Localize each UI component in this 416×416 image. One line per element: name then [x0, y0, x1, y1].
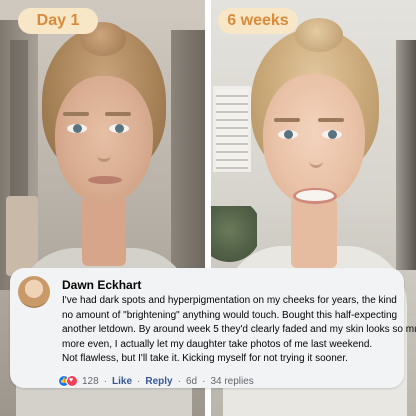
separator-dot: ·: [177, 375, 181, 387]
comment-line: Not flawless, but I'll take it. Kicking …: [62, 353, 348, 365]
comment-author[interactable]: Dawn Eckhart: [62, 278, 141, 292]
avatar[interactable]: [18, 276, 50, 308]
six-weeks-label: 6 weeks: [218, 8, 298, 34]
nose: [309, 142, 323, 168]
smile: [293, 188, 337, 204]
neck: [82, 196, 126, 266]
comment-actions: 128 · Like · Reply · 6d · 34 replies: [58, 374, 254, 388]
eyebrow: [274, 118, 300, 122]
eye: [109, 124, 129, 133]
eyebrow: [63, 112, 89, 116]
comment-line: another letdown. By around week 5 they'd…: [62, 324, 416, 336]
background-wall: [171, 30, 205, 280]
comment-card: Dawn Eckhart I've had dark spots and hyp…: [10, 268, 416, 388]
separator-dot: ·: [137, 375, 141, 387]
comment-text: I've had dark spots and hyperpigmentatio…: [62, 294, 416, 367]
replies-link[interactable]: 34 replies: [210, 376, 253, 387]
day-1-label: Day 1: [18, 8, 98, 34]
separator-dot: ·: [202, 375, 206, 387]
like-button[interactable]: Like: [112, 376, 132, 387]
reply-button[interactable]: Reply: [145, 376, 172, 387]
comment-line: no amount of "brightening" anything woul…: [62, 309, 398, 321]
eye: [322, 130, 342, 139]
face: [263, 74, 365, 206]
eyebrow: [105, 112, 131, 116]
separator-dot: ·: [103, 375, 108, 387]
reaction-count[interactable]: 128: [82, 376, 99, 387]
eye: [67, 124, 87, 133]
mouth: [88, 176, 122, 184]
love-reaction-icon: [66, 375, 78, 387]
hair-bun: [295, 18, 343, 52]
eyebrow: [318, 118, 344, 122]
eye: [278, 130, 298, 139]
window-blinds: [213, 86, 251, 172]
before-after-ad: Day 1 6 weeks Dawn Eckhart I've had dark…: [0, 0, 416, 416]
neck: [291, 198, 337, 268]
nose: [97, 136, 111, 162]
comment-line: more even, I actually let my daughter ta…: [62, 338, 373, 350]
background-wall: [396, 40, 416, 270]
comment-age[interactable]: 6d: [186, 376, 197, 387]
comment-line: I've had dark spots and hyperpigmentatio…: [62, 295, 397, 306]
